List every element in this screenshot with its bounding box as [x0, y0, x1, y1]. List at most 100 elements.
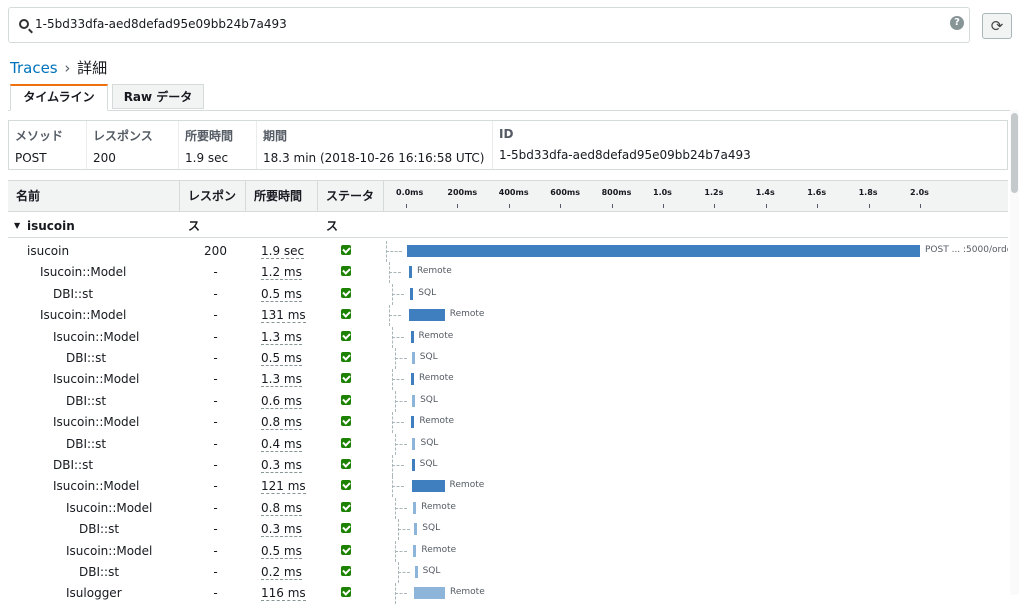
table-row[interactable]: DBI::st - 0.5 ms SQL [8, 283, 1008, 305]
table-row[interactable]: Isucoin::Model - 0.8 ms Remote [8, 497, 1008, 519]
timeline-bar-label: Remote [418, 330, 454, 341]
timeline-bar[interactable] [414, 523, 418, 536]
segment-duration[interactable]: 0.6 ms [261, 394, 302, 409]
breadcrumb-traces-link[interactable]: Traces [10, 59, 58, 77]
status-ok-icon [341, 480, 351, 491]
column-header-name[interactable]: 名前 [8, 181, 180, 211]
table-row[interactable]: DBI::st - 0.4 ms SQL [8, 433, 1008, 455]
timeline-bar[interactable] [412, 437, 416, 450]
summary-period-label: 期間 [263, 129, 288, 143]
segment-duration[interactable]: 131 ms [261, 308, 306, 324]
timeline-bar[interactable] [413, 501, 417, 514]
timeline-bar[interactable] [411, 480, 445, 493]
status-ok-icon [341, 587, 351, 598]
timeline-bar[interactable] [411, 416, 415, 429]
segment-duration[interactable]: 0.2 ms [261, 565, 302, 580]
refresh-icon: ⟳ [990, 17, 1004, 35]
status-ok-icon [341, 394, 351, 405]
status-ok-icon [341, 373, 351, 384]
timeline-bar[interactable] [410, 330, 414, 343]
timeline-bar[interactable] [411, 459, 415, 471]
table-row[interactable]: isucoin 200 1.9 sec POST ... :5000/orders [8, 241, 1008, 262]
column-header-status[interactable]: ステータス [318, 181, 384, 233]
segment-response: - [213, 565, 218, 579]
status-ok-icon [341, 330, 351, 341]
timeline-tick-mark [406, 204, 407, 208]
timeline-bar[interactable] [414, 566, 418, 578]
segment-name: Isulogger [66, 586, 122, 601]
timeline-tick-mark [765, 204, 767, 208]
timeline-tick-label: 1.6s [807, 188, 827, 197]
segment-duration[interactable]: 0.8 ms [261, 415, 302, 431]
timeline-tick-mark [714, 204, 716, 208]
table-row[interactable]: Isucoin::Model - 1.3 ms Remote [8, 326, 1008, 348]
table-row[interactable]: DBI::st - 0.3 ms SQL [8, 519, 1008, 541]
caret-down-icon[interactable]: ▼ [14, 221, 20, 230]
timeline-bar[interactable] [412, 394, 416, 407]
segment-duration[interactable]: 1.9 sec [261, 244, 305, 259]
table-row[interactable]: Isucoin::Model - 0.8 ms Remote [8, 412, 1008, 434]
tree-connector [398, 529, 410, 531]
column-header-response[interactable]: レスポンス [180, 181, 246, 233]
timeline-bar[interactable] [410, 287, 414, 300]
trace-group-header[interactable]: ▼ isucoin [8, 214, 1008, 238]
segment-duration[interactable]: 121 ms [261, 479, 306, 495]
tab-raw-data[interactable]: Raw データ [112, 84, 204, 109]
table-row[interactable]: DBI::st - 0.6 ms SQL [8, 390, 1008, 412]
status-ok-icon [341, 437, 351, 448]
timeline-bar[interactable] [411, 352, 415, 364]
segment-duration[interactable]: 0.4 ms [261, 437, 302, 452]
table-row[interactable]: DBI::st - 0.3 ms SQL [8, 455, 1008, 476]
segment-duration[interactable]: 0.5 ms [261, 544, 302, 559]
segment-response: - [213, 265, 218, 280]
tree-connector [389, 272, 401, 274]
search-input[interactable] [35, 17, 915, 31]
timeline-bar[interactable] [413, 587, 445, 600]
segment-name: DBI::st [53, 458, 94, 472]
table-row[interactable]: Isulogger - 116 ms Remote [8, 583, 1008, 604]
column-header-duration[interactable]: 所要時間 [246, 181, 318, 211]
segment-response: - [213, 393, 218, 408]
help-icon[interactable]: ? [950, 16, 964, 30]
segment-duration[interactable]: 1.3 ms [261, 372, 302, 388]
timeline-bar[interactable] [407, 245, 920, 257]
table-row[interactable]: Isucoin::Model - 131 ms Remote [8, 305, 1008, 327]
status-ok-icon [341, 309, 351, 320]
segment-response: - [213, 351, 218, 365]
timeline-bar-label: SQL [420, 437, 439, 448]
segment-duration[interactable]: 116 ms [261, 586, 306, 602]
timeline-bar[interactable] [410, 373, 414, 386]
timeline-bar[interactable] [413, 544, 417, 557]
segment-duration[interactable]: 0.8 ms [261, 501, 302, 516]
refresh-button[interactable]: ⟳ [982, 13, 1012, 39]
table-row[interactable]: Isucoin::Model - 121 ms Remote [8, 476, 1008, 498]
segment-response: - [213, 543, 218, 558]
segment-duration[interactable]: 1.2 ms [261, 265, 302, 281]
segment-response: - [213, 436, 218, 451]
table-row[interactable]: DBI::st - 0.5 ms SQL [8, 348, 1008, 369]
timeline-bar[interactable] [409, 309, 445, 322]
status-ok-icon [341, 352, 351, 362]
summary-id-value: 1-5bd33dfa-aed8defad95e09bb24b7a493 [499, 148, 751, 162]
status-ok-icon [341, 523, 351, 534]
summary-method: メソッド POST [9, 121, 87, 169]
segment-response: - [213, 286, 218, 301]
table-row[interactable]: DBI::st - 0.2 ms SQL [8, 562, 1008, 583]
summary-method-value: POST [15, 151, 47, 165]
table-row[interactable]: Isucoin::Model - 1.3 ms Remote [8, 369, 1008, 391]
segment-duration[interactable]: 0.3 ms [261, 522, 302, 538]
timeline-tick-label: 2.0s [910, 188, 929, 197]
tab-timeline[interactable]: タイムライン [10, 84, 108, 111]
timeline-bar[interactable] [409, 266, 412, 279]
table-row[interactable]: Isucoin::Model - 0.5 ms Remote [8, 540, 1008, 562]
timeline-tick-label: 600ms [550, 188, 580, 197]
segment-duration[interactable]: 0.5 ms [261, 351, 302, 366]
segment-duration[interactable]: 1.3 ms [261, 330, 302, 345]
timeline-bar-label: Remote [417, 266, 452, 277]
segment-duration[interactable]: 0.5 ms [261, 287, 302, 302]
table-row[interactable]: Isucoin::Model - 1.2 ms Remote [8, 262, 1008, 284]
segment-duration[interactable]: 0.3 ms [261, 458, 302, 473]
scrollbar-thumb[interactable] [1011, 113, 1018, 193]
tree-connector [395, 400, 407, 402]
summary-response-value: 200 [93, 151, 116, 165]
